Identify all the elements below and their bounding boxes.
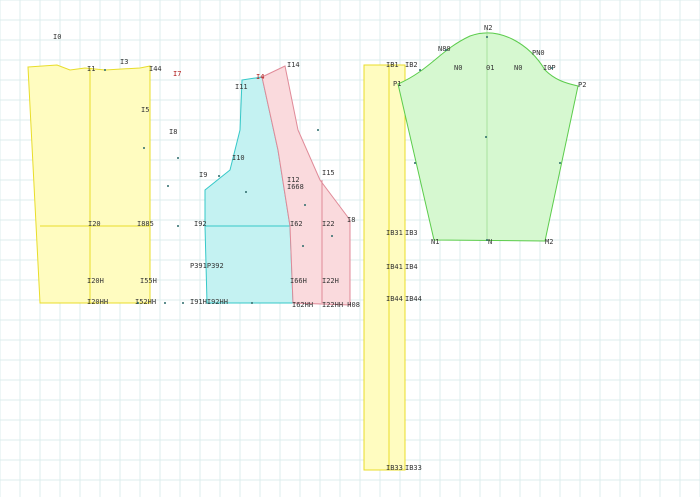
point-label: IB33 (386, 464, 403, 472)
front-bodice-piece[interactable] (27, 64, 151, 304)
point-label: I885 (137, 220, 154, 228)
construction-point (137, 302, 139, 304)
drafting-area[interactable]: I0 I1 I3 I44 I7 I5 I8 I20 I885 I20H I55H… (0, 0, 700, 497)
point-label: I5 (141, 106, 149, 114)
point-label: IB2 (405, 61, 418, 69)
point-label: IB31 (386, 229, 403, 237)
construction-point (486, 239, 488, 241)
point-label: 01 (486, 64, 494, 72)
point-label: I62HH (292, 301, 313, 309)
point-label: I20H (87, 277, 104, 285)
point-label: I91HI92HH (190, 298, 228, 306)
construction-point (486, 36, 488, 38)
point-label: IB44 (405, 295, 422, 303)
point-label: I92 (194, 220, 207, 228)
point-label: IB1 (386, 61, 399, 69)
construction-point (551, 67, 553, 69)
point-label: I52HH (135, 298, 156, 306)
construction-point (218, 175, 220, 177)
point-label: I55H (140, 277, 157, 285)
point-label: I7 (173, 70, 181, 78)
construction-point (559, 162, 561, 164)
point-label: I1 (87, 65, 95, 73)
construction-point (445, 49, 447, 51)
point-label: P391P392 (190, 262, 224, 270)
construction-point (104, 69, 106, 71)
point-label: IB4 (405, 263, 418, 271)
construction-point (485, 136, 487, 138)
point-label: P2 (578, 81, 586, 89)
point-label: I4 (256, 73, 264, 81)
construction-point (245, 191, 247, 193)
point-label: I14 (287, 61, 300, 69)
point-label: I22HH H08 (322, 301, 360, 309)
point-label: I11 (235, 83, 248, 91)
point-label: I8 (347, 216, 355, 224)
point-label: IB44 (386, 295, 403, 303)
point-label: I0P (543, 64, 556, 72)
point-label: I22H (322, 277, 339, 285)
point-label: I20HH (87, 298, 108, 306)
construction-point (177, 225, 179, 227)
construction-point (167, 185, 169, 187)
point-label: IB3 (405, 229, 418, 237)
point-label: I66H (290, 277, 307, 285)
construction-point (302, 245, 304, 247)
pattern-canvas[interactable]: I0 I1 I3 I44 I7 I5 I8 I20 I885 I20H I55H… (0, 0, 700, 497)
point-label: N0 (514, 64, 522, 72)
point-label: I10 (232, 154, 245, 162)
point-label: N1 (431, 238, 439, 246)
point-label: I22 (322, 220, 335, 228)
construction-point (317, 129, 319, 131)
point-label: I9 (199, 171, 207, 179)
point-label: N2 (484, 24, 492, 32)
point-label: I668 (287, 183, 304, 191)
point-label: I3 (120, 58, 128, 66)
point-label: I62 (290, 220, 303, 228)
construction-point (164, 302, 166, 304)
point-label: P1 (393, 80, 401, 88)
point-label: N0 (454, 64, 462, 72)
point-label: IB41 (386, 263, 403, 271)
construction-point (143, 147, 145, 149)
construction-point (182, 302, 184, 304)
point-label: I0 (53, 33, 61, 41)
construction-point (304, 204, 306, 206)
construction-point (419, 69, 421, 71)
point-label: I44 (149, 65, 162, 73)
point-label: N (488, 238, 492, 246)
construction-point (331, 235, 333, 237)
construction-point (251, 302, 253, 304)
point-label: M2 (545, 238, 553, 246)
point-label: I15 (322, 169, 335, 177)
point-label: PN0 (532, 49, 545, 57)
point-label: I8 (169, 128, 177, 136)
point-label: IB33 (405, 464, 422, 472)
point-label: N80 (438, 45, 451, 53)
point-label: I20 (88, 220, 101, 228)
construction-point (414, 162, 416, 164)
construction-point (177, 157, 179, 159)
